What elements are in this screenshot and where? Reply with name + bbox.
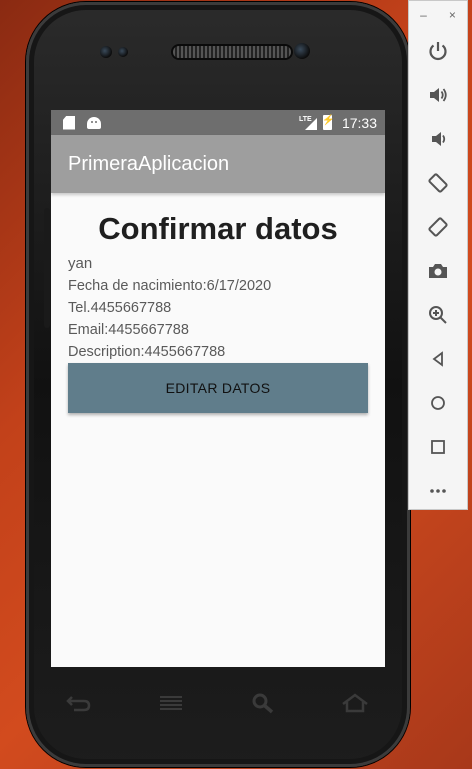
- zoom-icon[interactable]: [409, 293, 467, 337]
- lte-signal-icon: LTE: [299, 116, 317, 130]
- emulator-toolbar: – ×: [408, 0, 468, 510]
- front-camera-icon: [100, 46, 112, 58]
- rotate-left-icon[interactable]: [409, 161, 467, 205]
- proximity-sensor-icon: [294, 43, 310, 59]
- window-controls: – ×: [409, 1, 467, 29]
- camera-icon[interactable]: [409, 249, 467, 293]
- more-icon[interactable]: [409, 469, 467, 513]
- volume-down-icon[interactable]: [409, 117, 467, 161]
- close-button[interactable]: ×: [449, 8, 456, 22]
- back-icon[interactable]: [62, 688, 96, 718]
- overview-square-icon[interactable]: [409, 425, 467, 469]
- phone-text: Tel.4455667788: [68, 300, 172, 316]
- status-bar: LTE 17:33: [51, 110, 385, 135]
- search-icon[interactable]: [246, 688, 280, 718]
- back-triangle-icon[interactable]: [409, 337, 467, 381]
- sd-card-icon: [63, 115, 75, 130]
- app-title: PrimeraAplicacion: [68, 152, 230, 175]
- description-text: Description:4455667788: [68, 344, 226, 360]
- battery-charging-icon: [322, 115, 334, 130]
- page-title: Confirmar datos: [98, 211, 338, 246]
- phone-side-button[interactable]: [44, 208, 50, 328]
- edit-data-button[interactable]: EDITAR DATOS: [68, 363, 368, 413]
- app-bar: PrimeraAplicacion: [51, 135, 385, 193]
- status-time: 17:33: [341, 114, 377, 131]
- email-text: Email:4455667788: [68, 322, 189, 338]
- speaker-grille: [173, 46, 291, 58]
- home-icon[interactable]: [338, 688, 372, 718]
- hardware-nav-keys: [62, 688, 372, 718]
- volume-up-icon[interactable]: [409, 73, 467, 117]
- home-circle-icon[interactable]: [409, 381, 467, 425]
- power-icon[interactable]: [409, 29, 467, 73]
- menu-icon[interactable]: [154, 688, 188, 718]
- device-screen: LTE 17:33 PrimeraAplicacion Confirmar da…: [51, 110, 385, 667]
- birth-date-text: Fecha de nacimiento:6/17/2020: [68, 278, 272, 294]
- android-icon: [87, 116, 101, 129]
- minimize-button[interactable]: –: [420, 8, 427, 22]
- confirm-content: Confirmar datos yan Fecha de nacimiento:…: [51, 193, 385, 413]
- sensor-icon: [118, 47, 128, 57]
- name-text: yan: [68, 255, 93, 272]
- rotate-right-icon[interactable]: [409, 205, 467, 249]
